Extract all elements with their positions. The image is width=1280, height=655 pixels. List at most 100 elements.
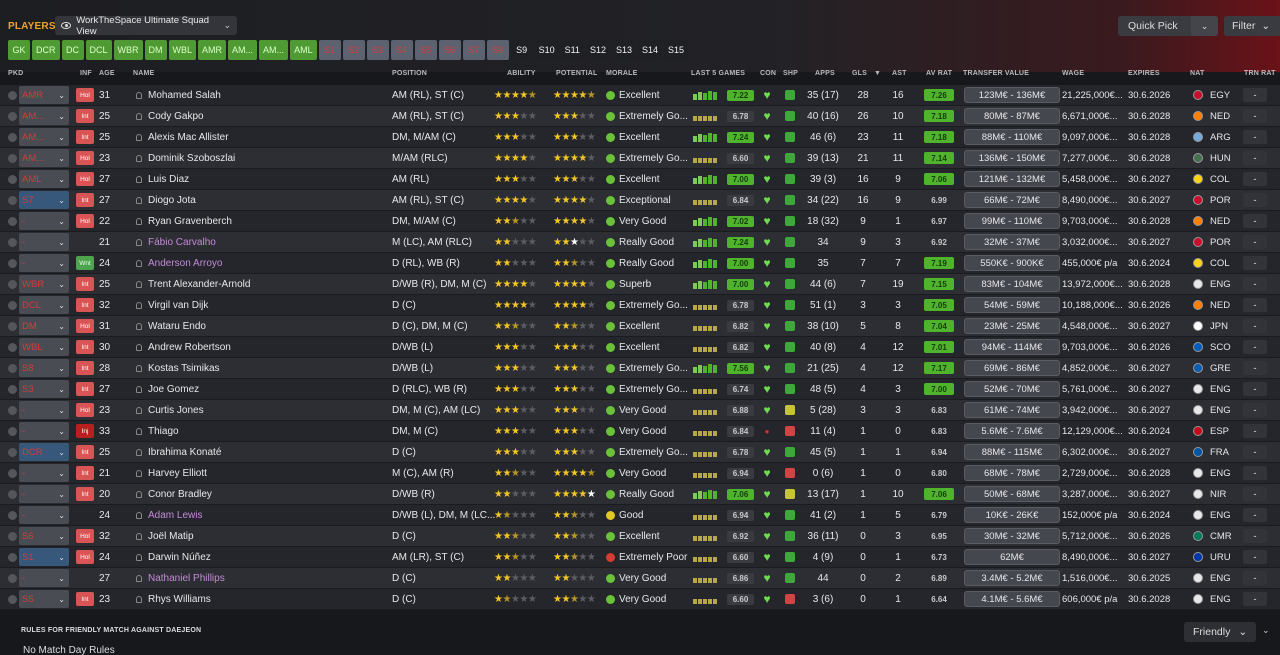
pick-toggle[interactable]	[8, 253, 18, 273]
pick-toggle[interactable]	[8, 85, 18, 105]
info-badge[interactable]: Int	[76, 193, 94, 207]
pick-toggle[interactable]	[8, 148, 18, 168]
table-row[interactable]: S3 ⌄ Int 27 Joe Gomez D (RLC), WB (R) ★ ★ ★ ★ ★ ★ ★ ★…	[0, 379, 1280, 400]
pick-toggle[interactable]	[8, 295, 18, 315]
selection-dropdown[interactable]: S1 ⌄	[19, 548, 69, 566]
player-name-link[interactable]: Virgil van Dijk	[148, 295, 388, 315]
col-inf[interactable]: INF	[80, 70, 92, 77]
selection-dropdown[interactable]: S3 ⌄	[19, 380, 69, 398]
position-chip[interactable]: S5	[414, 40, 437, 60]
position-chip[interactable]: S12	[585, 40, 610, 60]
position-chip[interactable]: GK	[8, 40, 30, 60]
morale-cell[interactable]: Very Good	[606, 211, 691, 231]
player-name-link[interactable]: Luis Diaz	[148, 169, 388, 189]
morale-cell[interactable]: Extremely Go...	[606, 379, 691, 399]
morale-cell[interactable]: Extremely Go...	[606, 442, 691, 462]
position-chip[interactable]: DCR	[32, 40, 60, 60]
morale-cell[interactable]: Excellent	[606, 127, 691, 147]
col-expires[interactable]: EXPIRES	[1128, 70, 1160, 77]
morale-cell[interactable]: Extremely Poor	[606, 547, 691, 567]
col-pkd[interactable]: PKD	[8, 70, 23, 77]
col-name[interactable]: NAME	[133, 70, 154, 77]
info-badge[interactable]: Inj	[76, 424, 94, 438]
position-chip[interactable]: S6	[438, 40, 461, 60]
info-badge[interactable]: Hol	[76, 319, 94, 333]
player-name-link[interactable]: Wataru Endo	[148, 316, 388, 336]
morale-cell[interactable]: Very Good	[606, 421, 691, 441]
table-row[interactable]: - ⌄ Hol 22 Ryan Gravenberch DM, M/AM (C) ★ ★ ★ ★ ★…	[0, 211, 1280, 232]
morale-cell[interactable]: Extremely Go...	[606, 148, 691, 168]
position-chip[interactable]: DC	[61, 40, 84, 60]
table-row[interactable]: DCL ⌄ Int 32 Virgil van Dijk D (C) ★ ★ ★ ★ ★ ★ ★ ★ ★ ★ E…	[0, 295, 1280, 316]
filter-button[interactable]: Filter ⌄	[1224, 16, 1280, 36]
selection-dropdown[interactable]: AM... ⌄	[19, 128, 69, 146]
selection-dropdown[interactable]: S8 ⌄	[19, 359, 69, 377]
info-badge[interactable]: Hol	[76, 550, 94, 564]
morale-cell[interactable]: Extremely Go...	[606, 106, 691, 126]
selection-dropdown[interactable]: WBR ⌄	[19, 275, 69, 293]
table-row[interactable]: AM... ⌄ Hol 23 Dominik Szoboszlai M/AM (RLC) ★…	[0, 148, 1280, 169]
pick-toggle[interactable]	[8, 589, 18, 609]
player-name-link[interactable]: Andrew Robertson	[148, 337, 388, 357]
player-name-link[interactable]: Nathaniel Phillips	[148, 568, 388, 588]
info-badge[interactable]: Hol	[76, 214, 94, 228]
selection-dropdown[interactable]: S7 ⌄	[19, 191, 69, 209]
pick-toggle[interactable]	[8, 379, 18, 399]
col-trn-rat[interactable]: TRN RAT	[1244, 70, 1276, 77]
pick-toggle[interactable]	[8, 421, 18, 441]
position-chip[interactable]: S9	[510, 40, 533, 60]
quick-pick-dropdown-icon[interactable]: ⌄	[1191, 16, 1218, 36]
selection-dropdown[interactable]: - ⌄	[19, 401, 69, 419]
selection-dropdown[interactable]: DM ⌄	[19, 317, 69, 335]
view-selector[interactable]: WorkTheSpace Ultimate Squad View ⌄	[55, 15, 237, 37]
pick-toggle[interactable]	[8, 106, 18, 126]
position-chip[interactable]: S1	[318, 40, 341, 60]
col-gls[interactable]: GLS	[852, 70, 867, 77]
position-chip[interactable]: S15	[664, 40, 689, 60]
selection-dropdown[interactable]: S6 ⌄	[19, 527, 69, 545]
table-row[interactable]: DCR ⌄ Int 25 Ibrahima Konaté D (C) ★ ★ ★ ★ ★ ★ ★ ★ ★ ★ E…	[0, 442, 1280, 463]
selection-dropdown[interactable]: - ⌄	[19, 212, 69, 230]
col-morale[interactable]: MORALE	[606, 70, 638, 77]
player-name-link[interactable]: Cody Gakpo	[148, 106, 388, 126]
table-row[interactable]: WBR ⌄ Int 25 Trent Alexander-Arnold D/WB (R),…	[0, 274, 1280, 295]
table-row[interactable]: S5 ⌄ Int 23 Rhys Williams D (C) ★ ★ ★ ★ ★ ★ ★ ★ ★ ★ Very…	[0, 589, 1280, 610]
table-row[interactable]: AM... ⌄ Int 25 Cody Gakpo AM (RL), ST (C) ★ ★ ★ ★…	[0, 106, 1280, 127]
col-shp[interactable]: SHP	[783, 70, 798, 77]
info-badge[interactable]: Hol	[76, 172, 94, 186]
col-wage[interactable]: WAGE	[1062, 70, 1084, 77]
col-transfer-value[interactable]: TRANSFER VALUE	[963, 70, 1029, 77]
table-row[interactable]: - ⌄ 24 Adam Lewis D/WB (L), DM, M (LC... ★ ★ ★ ★…	[0, 505, 1280, 526]
selection-dropdown[interactable]: - ⌄	[19, 569, 69, 587]
pick-toggle[interactable]	[8, 463, 18, 483]
position-chip[interactable]: S11	[560, 40, 584, 60]
selection-dropdown[interactable]: WBL ⌄	[19, 338, 69, 356]
player-name-link[interactable]: Diogo Jota	[148, 190, 388, 210]
morale-cell[interactable]: Really Good	[606, 484, 691, 504]
morale-cell[interactable]: Good	[606, 505, 691, 525]
position-chip[interactable]: WBL	[168, 40, 197, 60]
info-badge[interactable]: Hol	[76, 88, 94, 102]
player-name-link[interactable]: Joël Matip	[148, 526, 388, 546]
position-chip[interactable]: AM...	[259, 40, 289, 60]
pick-toggle[interactable]	[8, 568, 18, 588]
position-chip[interactable]: AMR	[198, 40, 227, 60]
pick-toggle[interactable]	[8, 337, 18, 357]
player-name-link[interactable]: Mohamed Salah	[148, 85, 388, 105]
info-badge[interactable]: Int	[76, 382, 94, 396]
info-badge[interactable]: Hol	[76, 403, 94, 417]
table-row[interactable]: - ⌄ Inj 33 Thiago DM, M (C) ★ ★ ★ ★ ★ ★ ★ ★ ★ ★ Very Goo…	[0, 421, 1280, 442]
table-row[interactable]: DM ⌄ Hol 31 Wataru Endo D (C), DM, M (C) ★ ★ ★ ★ ★…	[0, 316, 1280, 337]
info-badge[interactable]: Int	[76, 340, 94, 354]
morale-cell[interactable]: Superb	[606, 274, 691, 294]
info-badge[interactable]: Int	[76, 109, 94, 123]
col-nat[interactable]: NAT	[1190, 70, 1204, 77]
pick-toggle[interactable]	[8, 358, 18, 378]
player-name-link[interactable]: Conor Bradley	[148, 484, 388, 504]
table-row[interactable]: - ⌄ 21 Fábio Carvalho M (LC), AM (RLC) ★ ★ ★ ★ ★ ★…	[0, 232, 1280, 253]
col-last5[interactable]: LAST 5 GAMES	[691, 70, 745, 77]
morale-cell[interactable]: Extremely Go...	[606, 358, 691, 378]
morale-cell[interactable]: Exceptional	[606, 190, 691, 210]
selection-dropdown[interactable]: AML ⌄	[19, 170, 69, 188]
selection-dropdown[interactable]: AM... ⌄	[19, 149, 69, 167]
